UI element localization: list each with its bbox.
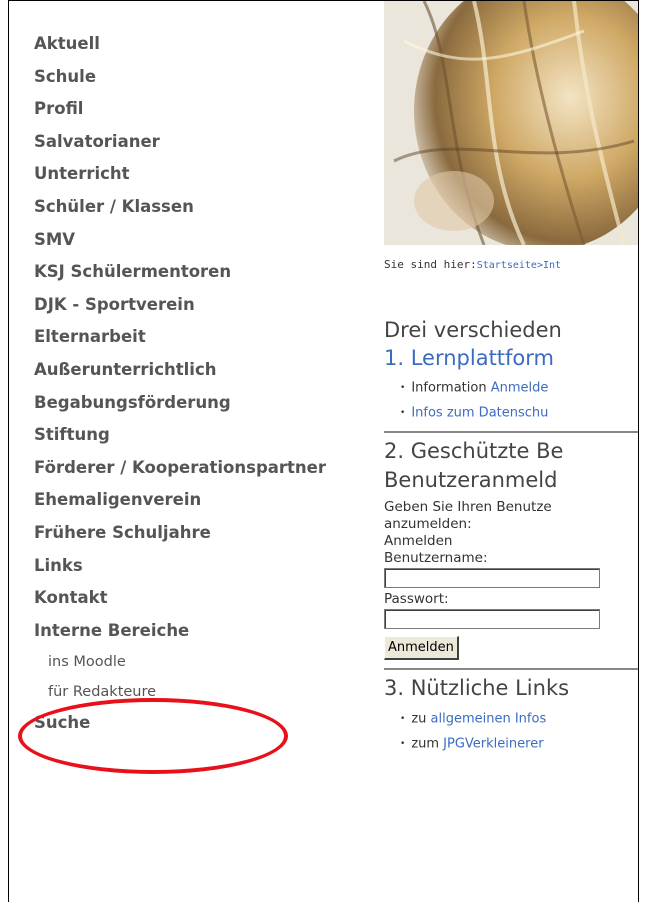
- sidebar-item-links[interactable]: Links: [34, 550, 344, 583]
- list-item-text: zu: [411, 711, 431, 727]
- sidebar-item-begabungsfoerderung[interactable]: Begabungsförderung: [34, 387, 344, 420]
- sidebar-item-foerderer[interactable]: Förderer / Kooperationspartner: [34, 452, 334, 485]
- list-item: zum JPGVerkleinerer: [400, 732, 638, 757]
- page-title: Drei verschieden: [384, 318, 562, 342]
- list-item-text: Information: [411, 380, 491, 396]
- sidebar-item-unterricht[interactable]: Unterricht: [34, 158, 344, 191]
- sidebar-item-elternarbeit[interactable]: Elternarbeit: [34, 321, 344, 354]
- divider: [384, 431, 638, 433]
- list-item: Information Anmelde: [400, 376, 638, 401]
- password-input[interactable]: [384, 609, 600, 629]
- username-label: Benutzername:: [384, 550, 488, 566]
- anmelde-link[interactable]: Anmelde: [491, 381, 549, 396]
- sidebar-item-profil[interactable]: Profil: [34, 93, 344, 126]
- header-photo: [384, 1, 638, 245]
- list-item-text: zum: [411, 736, 444, 751]
- nuetzliche-link-list: zu allgemeinen Infos zum JPGVerkleinerer: [384, 707, 638, 756]
- sidebar-item-interne-bereiche[interactable]: Interne Bereiche: [34, 615, 344, 648]
- section-heading-geschuetzt: 2. Geschützte Be: [384, 439, 564, 463]
- sidebar-item-ksj[interactable]: KSJ Schülermentoren: [34, 256, 344, 289]
- breadcrumb-link-startseite[interactable]: Startseite: [477, 260, 537, 271]
- sidebar-item-fruehere-schuljahre[interactable]: Frühere Schuljahre: [34, 517, 344, 550]
- sidebar-item-djk[interactable]: DJK - Sportverein: [34, 289, 344, 322]
- main-content: Drei verschieden 1. Lernplattform Inform…: [384, 316, 638, 762]
- section-subheading-benutzeranmeldung: Benutzeranmeld: [384, 468, 558, 492]
- sidebar-item-ausserunterrichtlich[interactable]: Außerunterrichtlich: [34, 354, 344, 387]
- sidebar-item-ehemaligenverein[interactable]: Ehemaligenverein: [34, 484, 344, 517]
- section-heading-lernplattform: 1. Lernplattform: [384, 346, 554, 370]
- login-intro-line1: Geben Sie Ihren Benutze: [384, 499, 552, 515]
- sidebar-subitem-moodle[interactable]: ins Moodle: [34, 647, 344, 677]
- sidebar-item-smv[interactable]: SMV: [34, 224, 344, 257]
- sidebar-item-suche[interactable]: Suche: [34, 707, 344, 740]
- sidebar-item-schule[interactable]: Schule: [34, 61, 344, 94]
- sidebar-item-kontakt[interactable]: Kontakt: [34, 582, 344, 615]
- allgemeine-infos-link[interactable]: allgemeinen Infos: [431, 712, 547, 727]
- list-item: Infos zum Datenschu: [400, 401, 638, 426]
- datenschutz-link[interactable]: Infos zum Datenschu: [411, 405, 548, 420]
- lernplattform-link-list: Information Anmelde Infos zum Datenschu: [384, 376, 638, 425]
- sidebar-nav: Aktuell Schule Profil Salvatorianer Unte…: [34, 28, 344, 740]
- sidebar-item-stiftung[interactable]: Stiftung: [34, 419, 344, 452]
- sidebar-subitem-redakteure[interactable]: für Redakteure: [34, 677, 344, 707]
- login-submit-button[interactable]: Anmelden: [384, 636, 459, 660]
- divider: [384, 668, 638, 670]
- login-title: Anmelden: [384, 533, 453, 549]
- login-intro-line2: anzumelden:: [384, 516, 472, 532]
- list-item: zu allgemeinen Infos: [400, 707, 638, 732]
- breadcrumb-prefix: Sie sind hier:: [384, 258, 477, 271]
- frame-border-right: [638, 0, 639, 902]
- password-label: Passwort:: [384, 591, 449, 607]
- sidebar-item-schueler-klassen[interactable]: Schüler / Klassen: [34, 191, 344, 224]
- username-input[interactable]: [384, 568, 600, 588]
- frame-border-left: [8, 0, 9, 902]
- breadcrumb: Sie sind hier:Startseite>Int: [384, 258, 638, 271]
- sidebar-item-salvatorianer[interactable]: Salvatorianer: [34, 126, 344, 159]
- jpg-verkleinerer-link[interactable]: JPGVerkleinerer: [443, 736, 543, 751]
- breadcrumb-link-interne[interactable]: Int: [543, 260, 561, 271]
- sidebar-item-aktuell[interactable]: Aktuell: [34, 28, 344, 61]
- section-heading-nuetzliche-links: 3. Nützliche Links: [384, 676, 570, 700]
